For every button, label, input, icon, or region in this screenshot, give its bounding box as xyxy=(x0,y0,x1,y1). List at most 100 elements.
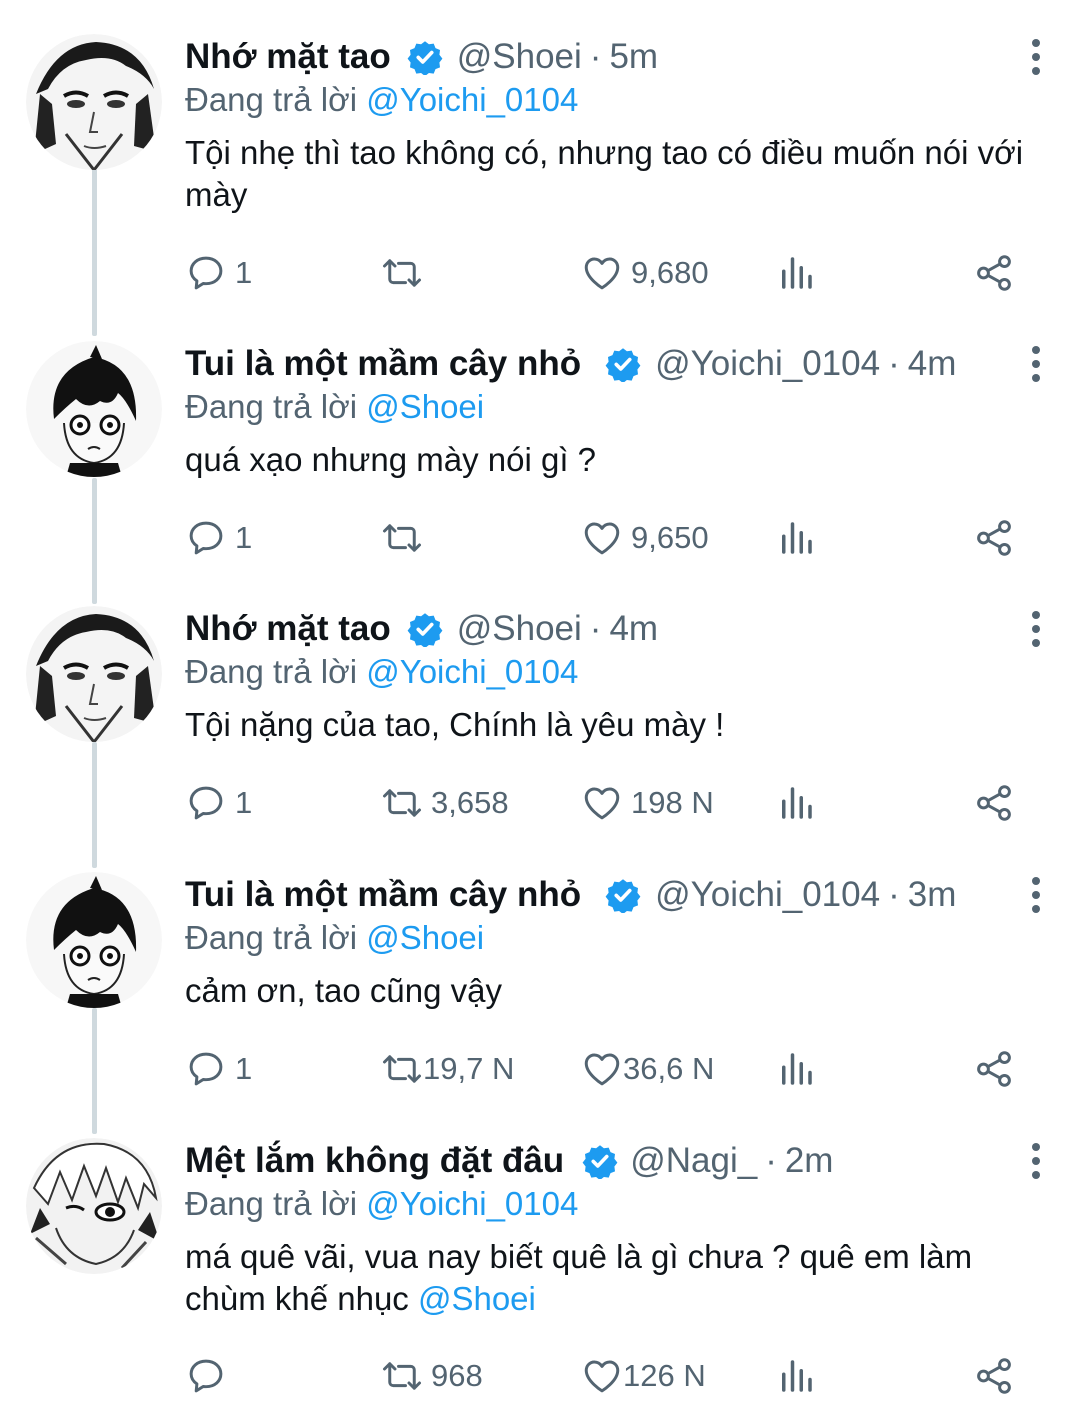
retweet-icon xyxy=(383,524,421,552)
replying-to-mention[interactable]: @Yoichi_0104 xyxy=(366,1185,578,1222)
tweet-mention[interactable]: @Shoei xyxy=(418,1280,536,1317)
heart-icon xyxy=(584,1053,620,1086)
retweet-icon xyxy=(383,1055,421,1083)
replying-to-label: Đang trả lời xyxy=(185,1185,358,1222)
shoei-avatar[interactable] xyxy=(26,606,162,742)
views-icon xyxy=(782,1360,812,1392)
retweet-button[interactable] xyxy=(381,513,431,563)
separator-dot: · xyxy=(589,37,602,76)
more-options-icon[interactable] xyxy=(1016,872,1056,918)
separator-dot: · xyxy=(888,344,900,383)
separator-dot: · xyxy=(888,875,900,914)
like-button[interactable]: 36,6 N xyxy=(581,1044,714,1094)
replying-to-mention[interactable]: @Yoichi_0104 xyxy=(366,81,578,118)
handle[interactable]: @Yoichi_0104 xyxy=(655,872,880,918)
reply-icon xyxy=(189,1052,223,1086)
retweet-icon xyxy=(383,1362,421,1390)
replying-to-label: Đang trả lời xyxy=(185,81,358,118)
timestamp[interactable]: 5m xyxy=(609,34,658,80)
retweet-button[interactable]: 968 xyxy=(381,1351,483,1401)
handle[interactable]: @Shoei xyxy=(457,606,582,652)
tweet-text: quá xạo nhưng mày nói gì ? xyxy=(185,439,1050,481)
views-button[interactable] xyxy=(775,1351,817,1401)
thread-line xyxy=(92,168,97,336)
like-count: 198 N xyxy=(631,785,714,820)
timestamp[interactable]: 4m xyxy=(908,341,957,387)
retweet-button[interactable] xyxy=(381,248,431,298)
tweet-body: Tội nặng của tao, Chính là yêu mày ! xyxy=(185,706,725,743)
replying-to-mention[interactable]: @Yoichi_0104 xyxy=(366,653,578,690)
retweet-button[interactable]: 19,7 N xyxy=(381,1044,514,1094)
reply-button[interactable]: 1 xyxy=(185,248,252,298)
more-options-icon[interactable] xyxy=(1016,341,1056,387)
tweet-text: má quê vãi, vua nay biết quê là gì chưa … xyxy=(185,1236,1050,1320)
share-button[interactable] xyxy=(973,248,1015,298)
verified-badge-icon xyxy=(407,39,443,75)
more-options-icon[interactable] xyxy=(1016,606,1056,652)
like-button[interactable]: 9,650 xyxy=(581,513,709,563)
replying-to-mention[interactable]: @Shoei xyxy=(366,919,484,956)
timestamp[interactable]: 3m xyxy=(908,872,957,918)
views-button[interactable] xyxy=(775,778,817,828)
replying-to: Đang trả lời @Yoichi_0104 xyxy=(185,80,1050,120)
share-button[interactable] xyxy=(973,778,1015,828)
nagi-avatar[interactable] xyxy=(26,1138,162,1274)
separator-dot: · xyxy=(765,1141,777,1180)
views-button[interactable] xyxy=(775,513,817,563)
views-button[interactable] xyxy=(775,248,817,298)
tweet-body: Tội nhẹ thì tao không có, nhưng tao có đ… xyxy=(185,134,1024,213)
handle[interactable]: @Nagi_ xyxy=(630,1138,757,1184)
more-options-icon[interactable] xyxy=(1016,1138,1056,1184)
tweet-text: Tội nhẹ thì tao không có, nhưng tao có đ… xyxy=(185,132,1050,216)
handle[interactable]: @Yoichi_0104 xyxy=(655,341,880,387)
retweet-icon xyxy=(383,259,421,287)
verified-badge-icon xyxy=(582,1143,618,1179)
reply-icon xyxy=(189,256,223,290)
retweet-button[interactable]: 3,658 xyxy=(381,778,509,828)
like-button[interactable]: 126 N xyxy=(581,1351,706,1401)
display-name[interactable]: Mệt lắm không đặt đâu xyxy=(185,1138,564,1184)
reply-button[interactable]: 1 xyxy=(185,778,252,828)
more-options-icon[interactable] xyxy=(1016,34,1056,80)
replying-to: Đang trả lời @Shoei xyxy=(185,918,1050,958)
display-name[interactable]: Tui là một mầm cây nhỏ xyxy=(185,341,581,387)
verified-badge-icon xyxy=(605,346,641,382)
share-icon xyxy=(977,520,1011,556)
replying-to: Đang trả lời @Shoei xyxy=(185,387,1050,427)
yoichi-avatar[interactable] xyxy=(26,872,162,1008)
reply-count: 1 xyxy=(235,785,253,820)
like-button[interactable]: 9,680 xyxy=(581,248,709,298)
reply-button[interactable] xyxy=(185,1351,235,1401)
replying-to-mention[interactable]: @Shoei xyxy=(366,388,484,425)
timestamp[interactable]: 4m xyxy=(609,606,658,652)
replying-to-label: Đang trả lời xyxy=(185,919,358,956)
retweet-icon xyxy=(383,789,421,817)
share-button[interactable] xyxy=(973,1044,1015,1094)
display-name[interactable]: Nhớ mặt tao xyxy=(185,34,391,80)
reply-button[interactable]: 1 xyxy=(185,1044,252,1094)
like-count: 36,6 N xyxy=(623,1051,715,1086)
like-button[interactable]: 198 N xyxy=(581,778,714,828)
share-button[interactable] xyxy=(973,1351,1015,1401)
display-name[interactable]: Nhớ mặt tao xyxy=(185,606,391,652)
views-button[interactable] xyxy=(775,1044,817,1094)
views-icon xyxy=(782,522,812,554)
handle[interactable]: @Shoei xyxy=(457,34,582,80)
yoichi-avatar[interactable] xyxy=(26,341,162,477)
share-button[interactable] xyxy=(973,513,1015,563)
timestamp[interactable]: 2m xyxy=(785,1138,834,1184)
views-icon xyxy=(782,1053,812,1085)
share-icon xyxy=(977,1051,1011,1087)
retweet-count: 3,658 xyxy=(431,785,509,820)
replying-to: Đang trả lời @Yoichi_0104 xyxy=(185,652,1050,692)
reply-button[interactable]: 1 xyxy=(185,513,252,563)
share-icon xyxy=(977,785,1011,821)
reply-count: 1 xyxy=(235,255,253,290)
thread-line xyxy=(92,742,97,868)
display-name[interactable]: Tui là một mầm cây nhỏ xyxy=(185,872,581,918)
shoei-avatar[interactable] xyxy=(26,34,162,170)
action-bar: 1 19,7 N 36,6 N xyxy=(185,1044,1025,1094)
reply-count: 1 xyxy=(235,520,253,555)
tweet-body: má quê vãi, vua nay biết quê là gì chưa … xyxy=(185,1238,973,1317)
action-bar: 1 9,650 xyxy=(185,513,1025,563)
